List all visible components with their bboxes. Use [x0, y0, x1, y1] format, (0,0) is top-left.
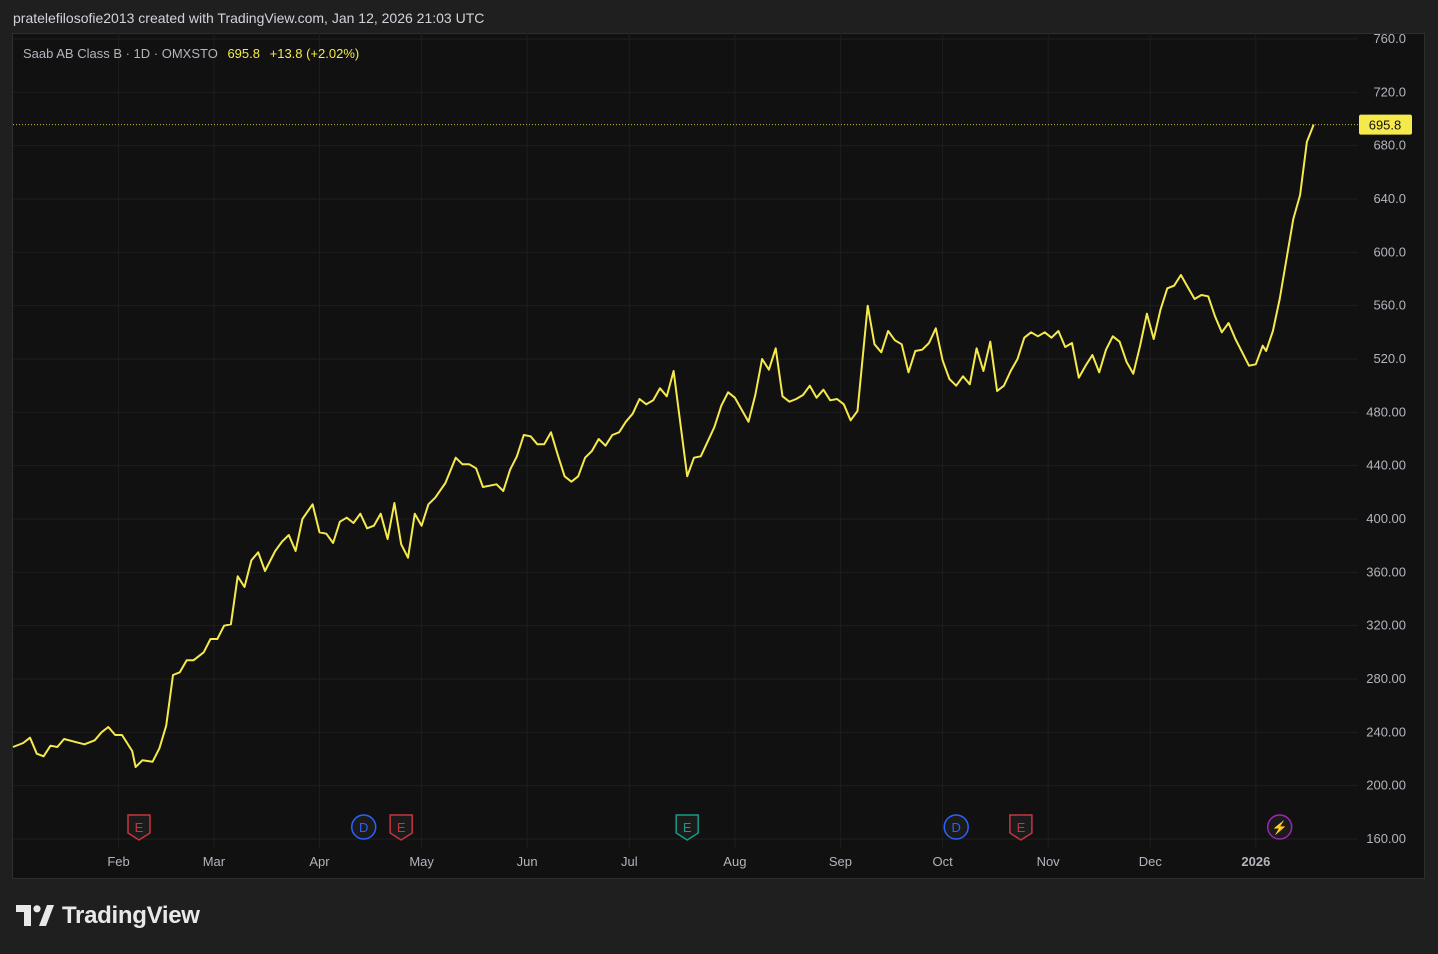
- x-tick-label: Dec: [1139, 854, 1163, 869]
- tradingview-logo-icon: [16, 905, 54, 926]
- x-tick-label: Mar: [203, 854, 226, 869]
- legend-symbol: Saab AB Class B · 1D · OMXSTO: [23, 46, 218, 61]
- y-tick-label: 160.00: [1366, 831, 1406, 846]
- tradingview-logo[interactable]: TradingView: [16, 902, 200, 930]
- legend-change: +13.8 (+2.02%): [269, 46, 360, 61]
- earnings-marker-label: E: [1017, 820, 1026, 835]
- y-tick-label: 640.0: [1373, 191, 1406, 206]
- y-tick-label: 320.00: [1366, 618, 1406, 633]
- earnings-marker-label: E: [397, 820, 406, 835]
- y-tick-label: 200.00: [1366, 778, 1406, 793]
- y-tick-label: 760.0: [1373, 31, 1406, 46]
- y-tick-label: 720.0: [1373, 84, 1406, 99]
- y-tick-label: 400.00: [1366, 511, 1406, 526]
- y-tick-label: 680.0: [1373, 138, 1406, 153]
- series-legend[interactable]: Saab AB Class B · 1D · OMXSTO 695.8 +13.…: [23, 46, 359, 61]
- x-tick-label: Oct: [932, 854, 953, 869]
- y-tick-label: 280.00: [1366, 671, 1406, 686]
- x-tick-label: Jul: [621, 854, 638, 869]
- x-tick-label: Apr: [309, 854, 330, 869]
- last-price-label: 695.8: [1369, 118, 1402, 133]
- x-tick-label: May: [409, 854, 434, 869]
- y-tick-label: 600.0: [1373, 244, 1406, 259]
- legend-last-price: 695.8: [227, 46, 260, 61]
- y-tick-label: 240.00: [1366, 724, 1406, 739]
- price-series-line[interactable]: [12, 124, 1315, 768]
- tradingview-wordmark: TradingView: [62, 902, 200, 929]
- dividend-marker-label: D: [359, 820, 368, 835]
- earnings-marker-label: E: [683, 820, 692, 835]
- x-tick-label: 2026: [1241, 854, 1270, 869]
- earnings-marker-label: E: [135, 820, 144, 835]
- news-marker-label: ⚡: [1272, 820, 1288, 836]
- y-tick-label: 440.00: [1366, 458, 1406, 473]
- x-tick-label: Feb: [107, 854, 129, 869]
- price-chart[interactable]: 760.0 720.0 680.0 640.0 600.0 560.0 520.0 480.0…: [0, 0, 1438, 954]
- dividend-marker-label: D: [952, 820, 961, 835]
- y-tick-label: 560.0: [1373, 298, 1406, 313]
- y-tick-label: 520.0: [1373, 351, 1406, 366]
- x-tick-label: Sep: [829, 854, 852, 869]
- x-tick-label: Nov: [1037, 854, 1061, 869]
- y-tick-label: 480.00: [1366, 404, 1406, 419]
- y-tick-label: 360.00: [1366, 564, 1406, 579]
- x-tick-label: Aug: [723, 854, 746, 869]
- x-tick-label: Jun: [517, 854, 538, 869]
